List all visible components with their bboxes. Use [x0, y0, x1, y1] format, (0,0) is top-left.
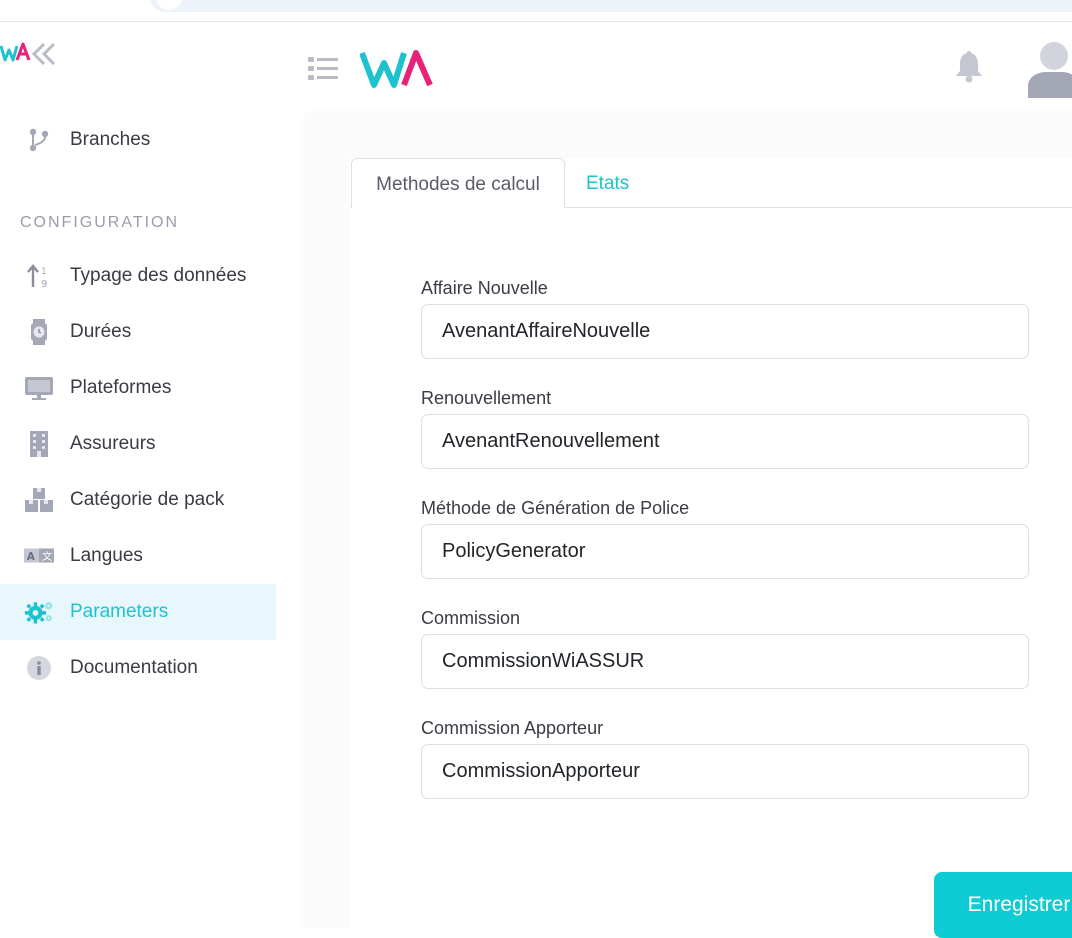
info-icon	[24, 654, 54, 682]
commission-apporteur-input[interactable]: CommissionApporteur	[421, 744, 1029, 799]
gears-icon	[24, 598, 54, 626]
sidebar-section-title: CONFIGURATION	[20, 214, 180, 231]
save-button[interactable]: Enregistrer	[934, 872, 1072, 938]
svg-text:1: 1	[41, 267, 47, 277]
methode-generation-police-input[interactable]: PolicyGenerator	[421, 524, 1029, 579]
affaire-nouvelle-input[interactable]: AvenantAffaireNouvelle	[421, 304, 1029, 359]
sidebar-item-label: Plateformes	[70, 377, 172, 398]
git-branch-icon	[24, 126, 54, 154]
user-avatar-icon[interactable]	[1026, 40, 1072, 98]
monitor-icon	[24, 374, 54, 402]
field-label: Affaire Nouvelle	[421, 278, 548, 298]
sidebar-item-categorie-pack[interactable]: Catégorie de pack	[0, 472, 276, 528]
sidebar-item-typage[interactable]: 1 9 Typage des données	[0, 248, 276, 304]
sidebar-item-label: Parameters	[70, 601, 169, 622]
sidebar-item-langues[interactable]: A 文 Langues	[0, 528, 276, 584]
boxes-icon	[24, 486, 54, 514]
settings-card: Methodes de calcul Etats Affaire Nouvell…	[350, 158, 1072, 938]
svg-text:A: A	[27, 551, 35, 563]
tab-methodes-de-calcul[interactable]: Methodes de calcul	[351, 158, 565, 209]
field-commission: Commission CommissionWiASSUR	[421, 606, 1029, 689]
svg-text:文: 文	[42, 550, 52, 563]
field-methode-generation-police: Méthode de Génération de Police PolicyGe…	[421, 496, 1029, 579]
sidebar-item-label: Durées	[70, 321, 132, 342]
sidebar: Branches CONFIGURATION 1 9 Typage des do…	[0, 22, 276, 928]
sidebar-item-assureurs[interactable]: Assureurs	[0, 416, 276, 472]
top-bar	[276, 22, 1072, 108]
sort-numeric-icon: 1 9	[24, 262, 54, 290]
svg-text:9: 9	[41, 279, 47, 289]
menu-list-icon[interactable]	[308, 56, 340, 82]
renouvellement-input[interactable]: AvenantRenouvellement	[421, 414, 1029, 469]
field-commission-apporteur: Commission Apporteur CommissionApporteur	[421, 716, 1029, 799]
sidebar-item-label: Catégorie de pack	[70, 489, 225, 510]
sidebar-item-plateformes[interactable]: Plateformes	[0, 360, 276, 416]
field-label: Commission Apporteur	[421, 718, 604, 738]
browser-address-strip	[0, 0, 1072, 22]
main-content: Methodes de calcul Etats Affaire Nouvell…	[300, 108, 1072, 938]
field-label: Renouvellement	[421, 388, 552, 408]
field-affaire-nouvelle: Affaire Nouvelle AvenantAffaireNouvelle	[421, 276, 1029, 359]
watch-icon	[24, 318, 54, 346]
tab-etats[interactable]: Etats	[586, 158, 629, 209]
field-label: Commission	[421, 608, 521, 628]
sidebar-item-label: Typage des données	[70, 265, 247, 286]
sidebar-item-label: Langues	[70, 545, 143, 566]
language-icon: A 文	[24, 542, 54, 570]
browser-address-bar[interactable]	[150, 0, 1072, 12]
building-icon	[24, 430, 54, 458]
wa-collapse-logo-icon[interactable]	[0, 38, 64, 68]
sidebar-item-label: Documentation	[70, 657, 198, 678]
sidebar-item-branches[interactable]: Branches	[0, 112, 276, 168]
browser-site-icon	[156, 0, 182, 10]
field-renouvellement: Renouvellement AvenantRenouvellement	[421, 386, 1029, 469]
wa-logo-icon	[360, 50, 433, 88]
sidebar-item-documentation[interactable]: Documentation	[0, 640, 276, 696]
sidebar-item-label: Branches	[70, 129, 151, 150]
notification-bell-icon[interactable]	[952, 50, 986, 84]
sidebar-item-label: Assureurs	[70, 433, 156, 454]
field-label: Méthode de Génération de Police	[421, 498, 690, 518]
sidebar-item-parameters[interactable]: Parameters	[0, 584, 276, 640]
tab-bar: Methodes de calcul Etats	[350, 158, 1072, 209]
commission-input[interactable]: CommissionWiASSUR	[421, 634, 1029, 689]
sidebar-item-durees[interactable]: Durées	[0, 304, 276, 360]
